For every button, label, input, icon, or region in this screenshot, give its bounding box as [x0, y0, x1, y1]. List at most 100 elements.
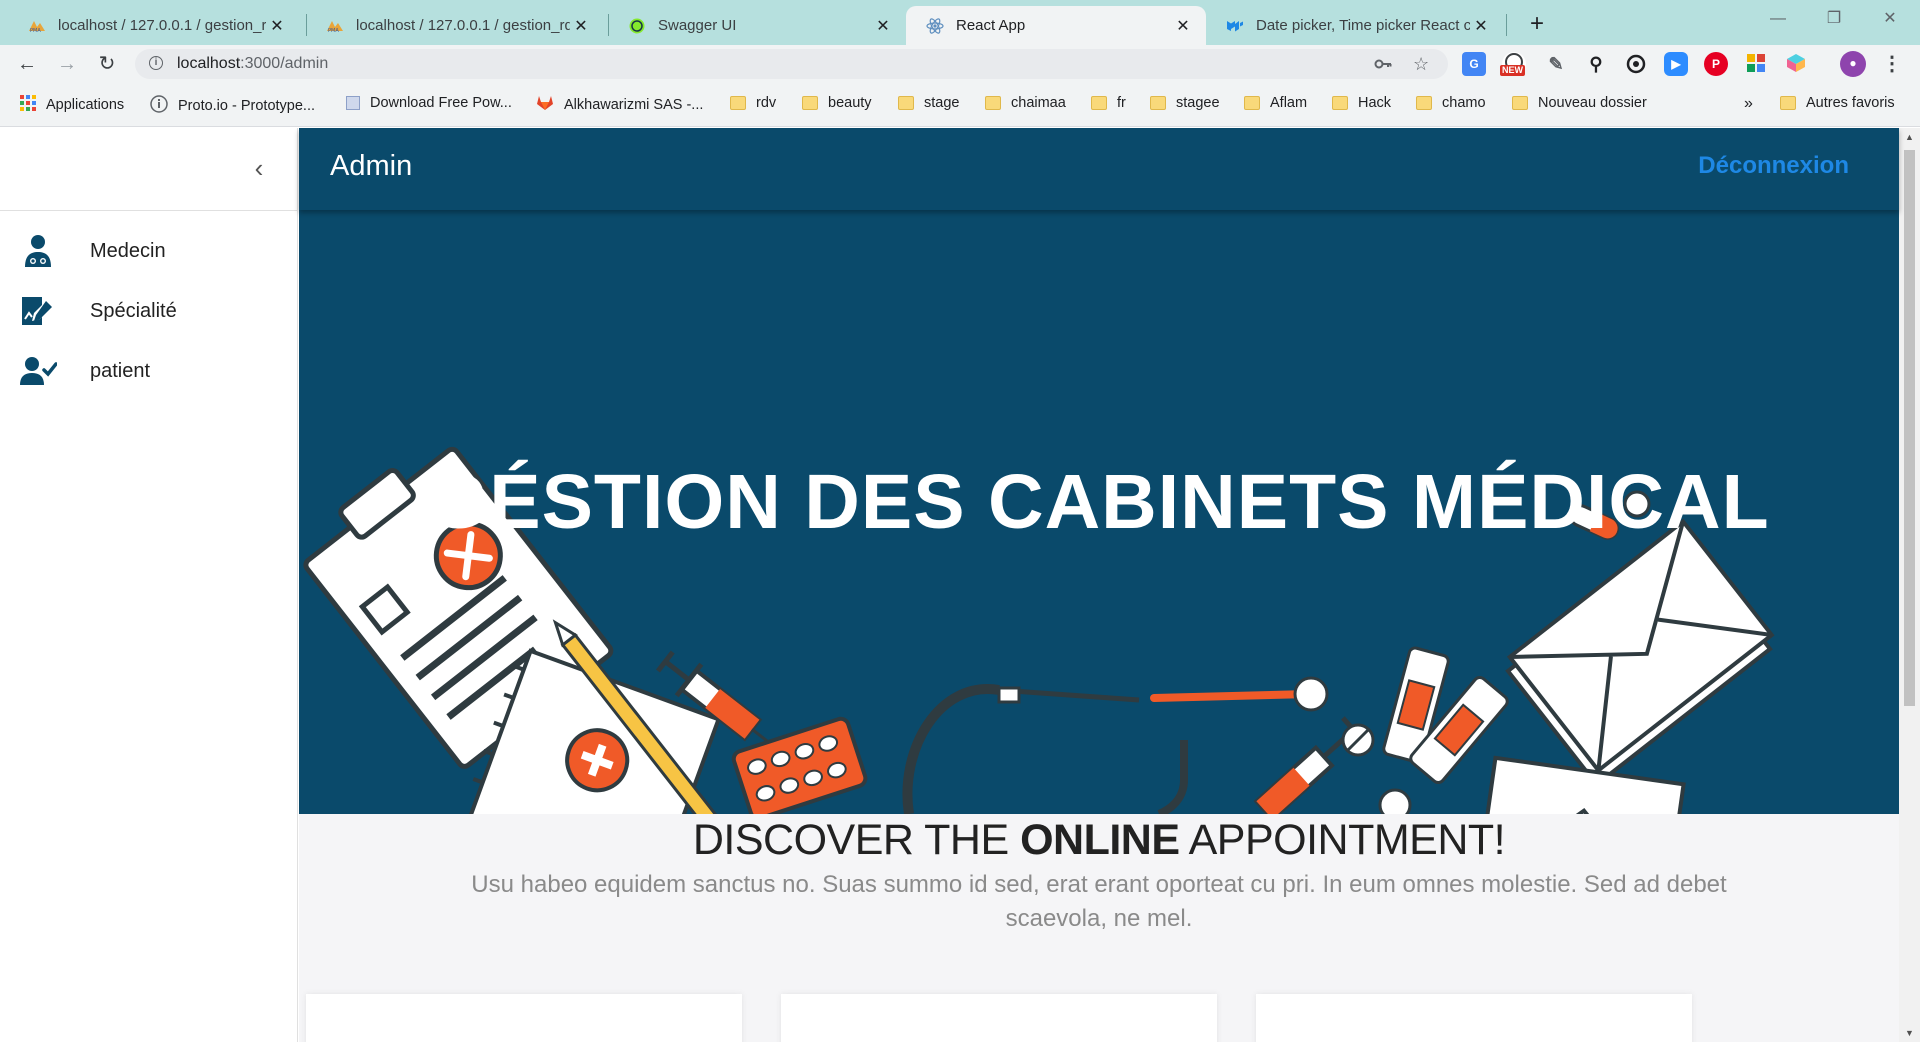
sidebar-header: ‹ — [0, 128, 297, 211]
bookmark-folder[interactable]: fr — [1091, 95, 1126, 111]
scrollbar-thumb[interactable] — [1904, 150, 1915, 706]
phpmyadmin-icon: PMA — [326, 17, 344, 35]
sidebar-item-medecin[interactable]: Medecin — [0, 223, 297, 279]
key-icon[interactable] — [1373, 54, 1393, 79]
folder-icon — [1416, 96, 1432, 110]
bookmarks-bar: Applications Proto.io - Prototype... Dow… — [0, 83, 1920, 127]
cube-extension-icon[interactable] — [1784, 52, 1808, 76]
minimize-icon[interactable]: — — [1750, 0, 1806, 40]
bookmark-star-icon[interactable]: ☆ — [1413, 54, 1429, 75]
bookmark-item[interactable]: Alkhawarizmi SAS -... — [536, 95, 703, 115]
bookmark-folder[interactable]: Nouveau dossier — [1512, 95, 1647, 111]
back-icon[interactable]: ← — [12, 49, 42, 79]
close-tab-icon[interactable]: ✕ — [1172, 16, 1194, 36]
chevron-left-icon[interactable]: ‹ — [245, 154, 273, 182]
bookmark-item[interactable]: Applications — [20, 95, 124, 115]
reload-icon[interactable]: ↻ — [92, 49, 122, 79]
user-check-icon — [18, 353, 58, 389]
pinterest-extension-icon[interactable]: P — [1704, 52, 1728, 76]
translate-extension-icon[interactable]: G — [1462, 52, 1486, 76]
address-bar[interactable]: i localhost:3000/admin ☆ — [135, 49, 1448, 79]
page-scrollbar[interactable]: ▲ ▼ — [1899, 128, 1920, 1042]
tab-separator — [1506, 14, 1507, 36]
avatar[interactable]: ● — [1840, 51, 1866, 77]
section-subtitle: Usu habeo equidem sanctus no. Suas summo… — [471, 871, 1727, 932]
sidebar-item-label: Medecin — [90, 239, 166, 262]
folder-icon — [1780, 96, 1796, 110]
feature-card — [306, 994, 742, 1042]
bookmark-folder[interactable]: chamo — [1416, 95, 1486, 111]
page-title: Admin — [330, 150, 413, 182]
search-extension-icon[interactable]: ⚲ — [1584, 52, 1608, 76]
folder-icon — [1512, 96, 1528, 110]
close-tab-icon[interactable]: ✕ — [266, 16, 288, 36]
url-text[interactable]: localhost:3000/admin — [177, 55, 328, 73]
extension-new-icon[interactable]: NEW — [1500, 52, 1526, 76]
bookmark-folder[interactable]: stage — [898, 95, 959, 111]
bookmark-item[interactable]: Download Free Pow... — [346, 95, 512, 111]
folder-icon — [1332, 96, 1348, 110]
browser-tab[interactable]: Date picker, Time picker React com ✕ — [1206, 6, 1504, 45]
forward-icon[interactable]: → — [52, 49, 82, 79]
grid-extension-icon[interactable] — [1744, 52, 1768, 76]
react-icon — [926, 17, 944, 35]
eyedropper-extension-icon[interactable]: ✎ — [1544, 52, 1568, 76]
app-header: Admin Déconnexion — [299, 128, 1899, 210]
doctor-icon — [18, 233, 58, 269]
feature-card — [1256, 994, 1692, 1042]
folder-icon — [1150, 96, 1166, 110]
zoom-extension-icon[interactable]: ▶ — [1664, 52, 1688, 76]
browser-tab[interactable]: PMA localhost / 127.0.0.1 / gestion_rdv … — [306, 6, 604, 45]
browser-tab-strip: PMA localhost / 127.0.0.1 / gestion_rdv … — [0, 0, 1920, 45]
bookmark-folder[interactable]: Aflam — [1244, 95, 1307, 111]
folder-icon — [730, 96, 746, 110]
browser-tab-active[interactable]: React App ✕ — [906, 6, 1206, 45]
sidebar-item-specialite[interactable]: Spécialité — [0, 283, 297, 339]
svg-text:PMA: PMA — [328, 28, 339, 33]
close-window-icon[interactable]: ✕ — [1862, 0, 1918, 40]
main-content: Admin Déconnexion GÉSTION DES CABINETS M… — [299, 128, 1899, 1042]
close-tab-icon[interactable]: ✕ — [570, 16, 592, 36]
bookmark-folder[interactable]: stagee — [1150, 95, 1220, 111]
logout-button[interactable]: Déconnexion — [1698, 152, 1849, 180]
sidebar: ‹ Medecin Spécialité patient — [0, 128, 298, 1042]
sidebar-item-label: patient — [90, 359, 151, 382]
bookmark-item[interactable]: Proto.io - Prototype... — [150, 95, 315, 117]
scroll-up-icon[interactable]: ▲ — [1899, 128, 1920, 146]
folder-icon — [898, 96, 914, 110]
folder-icon — [802, 96, 818, 110]
bookmark-folder[interactable]: Hack — [1332, 95, 1391, 111]
bookmark-folder[interactable]: chaimaa — [985, 95, 1066, 111]
bookmarks-overflow-button[interactable]: » — [1744, 95, 1753, 113]
restore-icon[interactable]: ❐ — [1806, 0, 1862, 40]
bookmark-folder[interactable]: beauty — [802, 95, 872, 111]
close-tab-icon[interactable]: ✕ — [1470, 16, 1492, 36]
menu-kebab-icon[interactable]: ⋮ — [1880, 52, 1904, 76]
swagger-icon — [628, 17, 646, 35]
sidebar-item-label: Spécialité — [90, 299, 177, 322]
protoio-icon — [150, 95, 168, 117]
hero-banner: GÉSTION DES CABINETS MÉDICAL — [299, 210, 1899, 814]
mui-icon — [1226, 17, 1244, 35]
browser-tab[interactable]: Swagger UI ✕ — [608, 6, 906, 45]
new-tab-button[interactable]: + — [1521, 8, 1553, 40]
browser-tab[interactable]: PMA localhost / 127.0.0.1 / gestion_rdv … — [8, 6, 300, 45]
hero-title: GÉSTION DES CABINETS MÉDICAL — [428, 459, 1770, 545]
gitlab-icon — [536, 95, 554, 115]
envelope-illustration — [1505, 518, 1775, 788]
scroll-down-icon[interactable]: ▼ — [1899, 1024, 1920, 1042]
folder-icon — [985, 96, 1001, 110]
phpmyadmin-icon: PMA — [28, 17, 46, 35]
feature-card — [781, 994, 1217, 1042]
apps-grid-icon — [20, 95, 36, 115]
sidebar-item-patient[interactable]: patient — [0, 343, 297, 399]
capture-extension-icon[interactable] — [1624, 52, 1648, 76]
site-info-icon[interactable]: i — [149, 56, 163, 70]
page-viewport: ‹ Medecin Spécialité patient Admin Décon… — [0, 128, 1920, 1042]
section-heading: DISCOVER THE ONLINE APPOINTMENT! — [692, 816, 1506, 864]
bookmark-folder[interactable]: rdv — [730, 95, 776, 111]
folder-icon — [1244, 96, 1260, 110]
close-tab-icon[interactable]: ✕ — [872, 16, 894, 36]
other-bookmarks-folder[interactable]: Autres favoris — [1780, 95, 1895, 111]
edit-document-icon — [18, 293, 58, 329]
